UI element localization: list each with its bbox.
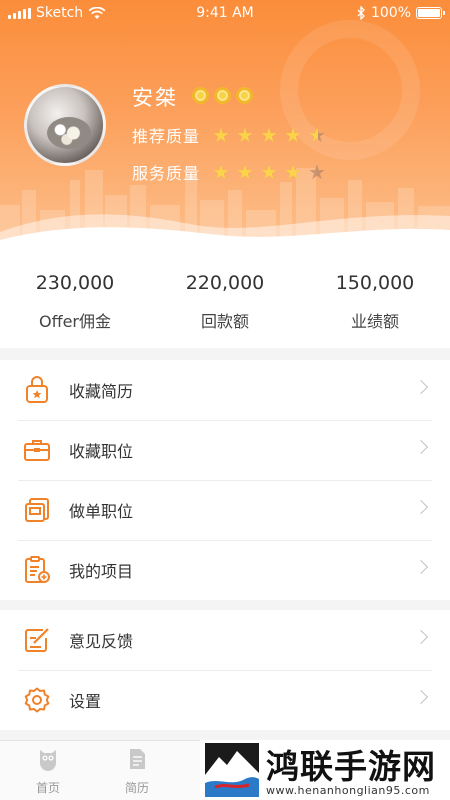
chevron-right-icon [413,689,429,705]
owl-home-icon [40,750,56,771]
star-icon: ★★ [284,123,302,147]
stats-panel: 230,000 Offer佣金 220,000 回款额 150,000 业绩额 [0,250,450,348]
menu-group-settings: 意见反馈 设置 [0,610,450,730]
star-rating: ★★★★★★★★★★ [212,162,328,182]
menu-item-my-projects[interactable]: 我的项目 [0,540,450,600]
star-rating: ★★★★★★★★★★ [212,125,328,145]
bluetooth-icon [357,6,365,20]
header-wave [0,214,450,250]
rating-label: 服务质量 [132,164,201,183]
edit-note-icon [22,625,52,655]
resume-icon [130,749,145,769]
menu-label: 意见反馈 [69,632,134,651]
star-icon: ★★ [260,160,278,184]
menu-item-settings[interactable]: 设置 [0,670,450,730]
stat-performance-amount[interactable]: 150,000 业绩额 [300,250,450,348]
menu-item-saved-positions[interactable]: 收藏职位 [0,420,450,480]
battery-percent: 100% [370,5,411,21]
watermark-logo [205,743,259,797]
medal-icon [192,87,209,104]
bag-icon [22,375,52,405]
star-icon: ★★ [260,123,278,147]
star-icon: ★★ [236,123,254,147]
medal-icon [214,87,231,104]
menu-label: 设置 [69,692,102,711]
tab-label: 首页 [35,781,60,795]
star-icon: ★★ [308,123,326,147]
gear-icon [22,685,52,715]
star-icon: ★★ [212,123,230,147]
chevron-right-icon [413,559,429,575]
menu-label: 收藏简历 [69,382,134,401]
stat-value: 220,000 [185,272,265,294]
rating-recommend-quality: 推荐质量 ★ ★ ★ ★ ★ ★ ★ ★ ★ ★ [132,123,328,147]
menu-label: 收藏职位 [69,442,134,461]
status-bar: Sketch 9:41 AM 100% [0,0,450,26]
menu-label: 我的项目 [69,562,134,581]
stat-label: 业绩额 [350,312,399,331]
rating-service-quality: 服务质量 ★★★★★★★★★★ [132,160,328,184]
stat-payment-amount[interactable]: 220,000 回款额 [150,250,300,348]
medal-icon [236,87,253,104]
watermark: 鸿联手游网 www.henanhonglian95.com [200,740,450,800]
watermark-url: www.henanhonglian95.com [266,784,430,797]
stat-value: 150,000 [335,272,415,294]
stat-value: 230,000 [35,272,115,294]
star-icon: ★★ [236,160,254,184]
stat-label: Offer佣金 [38,312,112,331]
chevron-right-icon [413,379,429,395]
medal-badges [192,87,253,104]
menu-item-feedback[interactable]: 意见反馈 [0,610,450,670]
star-icon: ★★ [212,160,230,184]
tab-label: 简历 [124,781,149,795]
stat-offer-commission[interactable]: 230,000 Offer佣金 [0,250,150,348]
chevron-right-icon [413,499,429,515]
menu-group-favorites: 收藏简历 收藏职位 做单职位 我的项目 [0,360,450,600]
rating-label: 推荐质量 [132,127,201,146]
profile-header: Sketch 9:41 AM 100% 安桀 推荐质量 ★ ★ ★ ★ ★ ★ ★ ★ ★ ★ 服… [0,0,450,250]
profile-name: 安桀 [132,86,178,110]
star-icon: ★★ [284,160,302,184]
star-icon: ★★ [308,160,326,184]
document-stack-icon [22,495,52,525]
battery-icon [416,7,445,19]
menu-item-saved-resumes[interactable]: 收藏简历 [0,360,450,420]
menu-item-active-positions[interactable]: 做单职位 [0,480,450,540]
watermark-title: 鸿联手游网 [266,747,436,786]
menu-label: 做单职位 [69,502,134,521]
avatar[interactable] [24,84,106,166]
briefcase-icon [22,435,52,465]
clipboard-add-icon [22,555,52,585]
tab-resume[interactable]: 简历 [107,747,167,796]
stat-label: 回款额 [200,312,249,331]
chevron-right-icon [413,439,429,455]
tab-home[interactable]: 首页 [18,747,78,796]
chevron-right-icon [413,629,429,645]
